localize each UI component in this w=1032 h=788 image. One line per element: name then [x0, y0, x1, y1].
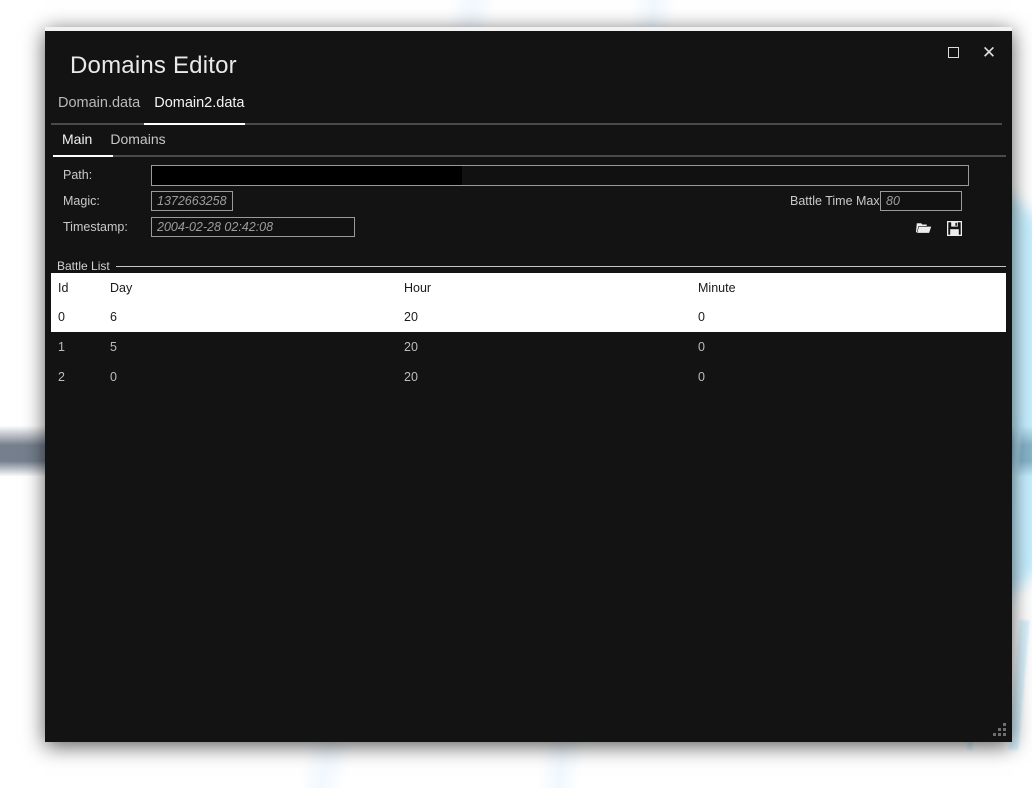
battle-list-focused-block: Id Day Hour Minute 0 6 20 0: [51, 273, 1006, 332]
battle-list-group-header: Battle List: [51, 259, 1006, 273]
timestamp-input[interactable]: [151, 217, 355, 237]
window-controls: ✕: [938, 39, 1004, 65]
close-button[interactable]: ✕: [974, 39, 1004, 65]
domains-editor-window: Domains Editor ✕ Domain.data Domain2.dat…: [45, 27, 1012, 742]
cell-id: 1: [58, 340, 65, 354]
column-header-minute[interactable]: Minute: [698, 281, 736, 295]
tab-main[interactable]: Main: [53, 131, 101, 154]
maximize-button[interactable]: [938, 39, 968, 65]
column-header-id[interactable]: Id: [58, 281, 68, 295]
battle-list-grid[interactable]: Id Day Hour Minute 0 6 20 0 1 5 20 0 2 0…: [51, 273, 1006, 392]
section-tab-rule: [53, 155, 1006, 157]
resize-grip[interactable]: [993, 723, 1006, 736]
column-header-hour[interactable]: Hour: [404, 281, 431, 295]
cell-day: 6: [110, 310, 117, 324]
magic-label: Magic:: [63, 194, 100, 208]
cell-hour: 20: [404, 340, 418, 354]
cell-day: 5: [110, 340, 117, 354]
page-title: Domains Editor: [70, 52, 237, 79]
file-tab-domain2-data[interactable]: Domain2.data: [147, 95, 251, 119]
file-tab-bar: Domain.data Domain2.data: [51, 95, 1012, 125]
cell-id: 2: [58, 370, 65, 384]
battle-list-header-row: Id Day Hour Minute: [51, 273, 1006, 302]
close-icon: ✕: [981, 42, 997, 62]
path-value-redaction: [152, 166, 462, 185]
cell-day: 0: [110, 370, 117, 384]
column-header-day[interactable]: Day: [110, 281, 132, 295]
cell-hour: 20: [404, 310, 418, 324]
path-label: Path:: [63, 168, 93, 182]
section-tab-active-indicator: [53, 155, 113, 157]
table-row[interactable]: 0 6 20 0: [51, 302, 1006, 332]
table-row[interactable]: 1 5 20 0: [51, 332, 1006, 362]
magic-input[interactable]: [151, 191, 233, 211]
cell-minute: 0: [698, 370, 705, 384]
save-file-button[interactable]: [944, 219, 964, 237]
file-tab-active-indicator: [144, 123, 245, 125]
battle-time-max-label: Battle Time Max:: [790, 194, 884, 208]
maximize-icon: [947, 46, 959, 58]
battle-list-group: Battle List Id Day Hour Minute 0 6 20 0 …: [51, 259, 1006, 392]
title-bar: Domains Editor ✕: [45, 31, 1012, 95]
desktop-wallpaper: Domains Editor ✕ Domain.data Domain2.dat…: [0, 0, 1032, 788]
open-file-button[interactable]: [914, 219, 934, 237]
battle-time-max-input[interactable]: [880, 191, 962, 211]
main-form: Path: Magic: Timestamp: Battle Time Max:: [45, 165, 1012, 253]
open-folder-icon: [916, 223, 932, 233]
section-tab-bar: Main Domains: [53, 131, 1012, 157]
cell-minute: 0: [698, 310, 705, 324]
cell-minute: 0: [698, 340, 705, 354]
floppy-save-icon: [946, 220, 962, 236]
battle-list-group-line: [115, 265, 1006, 267]
cell-hour: 20: [404, 370, 418, 384]
battle-list-label: Battle List: [57, 259, 110, 273]
timestamp-label: Timestamp:: [63, 220, 128, 234]
cell-id: 0: [58, 310, 65, 324]
file-tab-domain-data[interactable]: Domain.data: [51, 95, 147, 119]
table-row[interactable]: 2 0 20 0: [51, 362, 1006, 392]
tab-domains[interactable]: Domains: [101, 131, 174, 154]
